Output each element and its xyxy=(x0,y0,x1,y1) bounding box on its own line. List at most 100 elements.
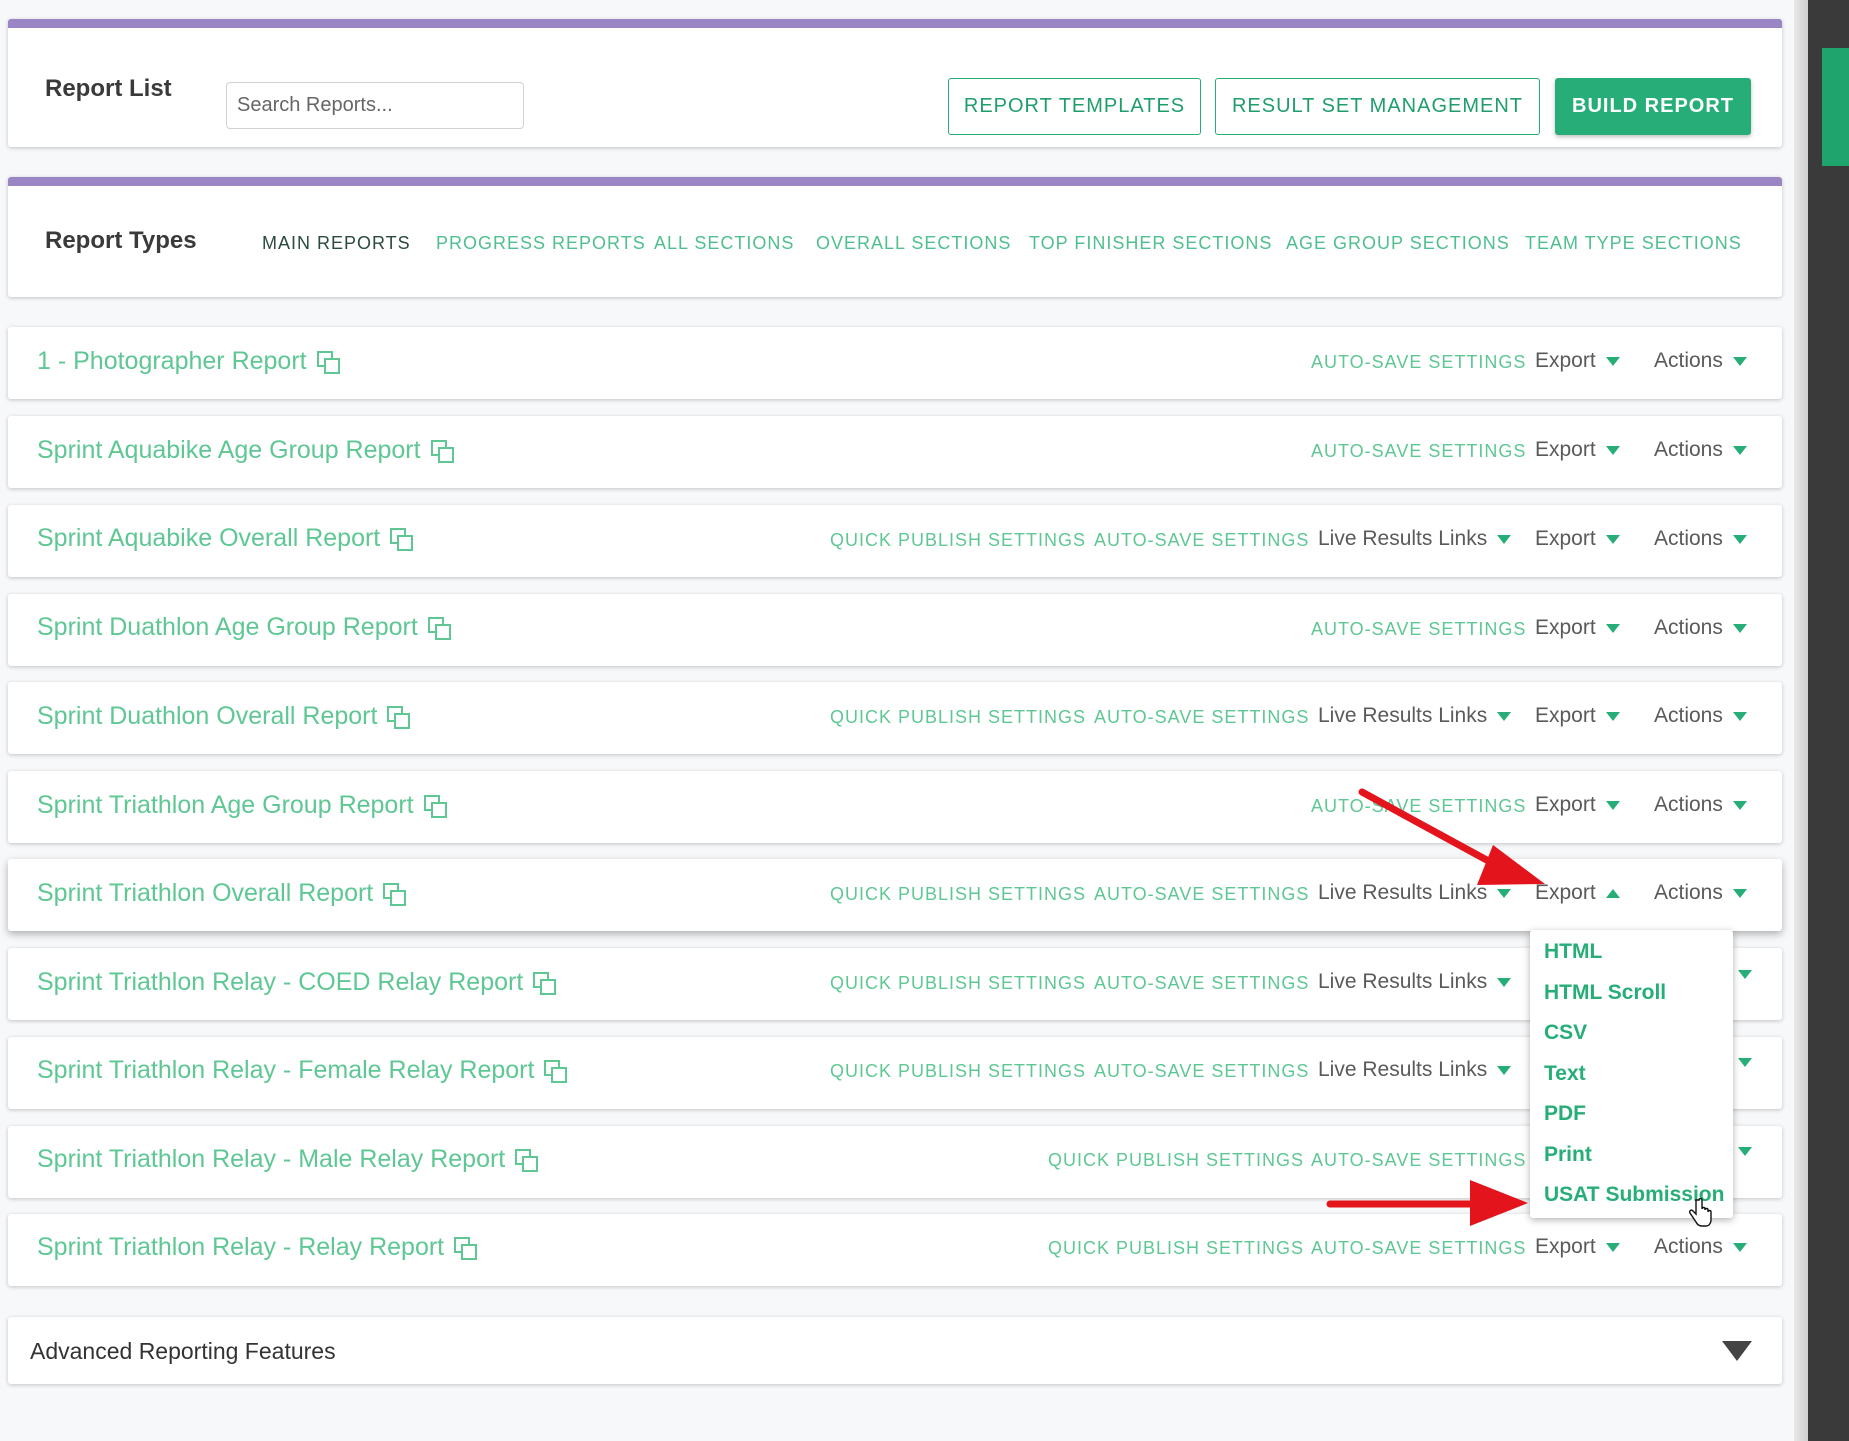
report-name[interactable]: Sprint Duathlon Overall Report xyxy=(37,702,411,731)
report-name[interactable]: 1 - Photographer Report xyxy=(37,347,340,376)
export-html-scroll-item[interactable]: HTML Scroll xyxy=(1544,981,1666,1005)
actions-dropdown[interactable]: Actions xyxy=(1654,438,1747,462)
caret-down-icon xyxy=(1605,445,1620,455)
report-name[interactable]: Sprint Triathlon Relay - Female Relay Re… xyxy=(37,1056,568,1085)
report-name[interactable]: Sprint Aquabike Overall Report xyxy=(37,524,414,553)
actions-label: Actions xyxy=(1654,616,1723,639)
copy-icon[interactable] xyxy=(427,616,451,640)
tab-progress-reports[interactable]: PROGRESS REPORTS xyxy=(436,233,646,254)
export-csv-item[interactable]: CSV xyxy=(1544,1021,1587,1045)
expand-caret-icon[interactable] xyxy=(1722,1341,1752,1361)
tab-team-type-sections[interactable]: TEAM TYPE SECTIONS xyxy=(1525,233,1742,254)
live-results-links-dropdown[interactable]: Live Results Links xyxy=(1318,881,1512,905)
quick-publish-settings-link[interactable]: QUICK PUBLISH SETTINGS xyxy=(830,884,1086,905)
caret-down-icon xyxy=(1605,800,1620,810)
caret-down-icon xyxy=(1605,356,1620,366)
auto-save-settings-link[interactable]: AUTO-SAVE SETTINGS xyxy=(1311,796,1526,817)
copy-icon[interactable] xyxy=(390,527,414,551)
live-results-links-label: Live Results Links xyxy=(1318,1058,1488,1081)
report-name-label: 1 - Photographer Report xyxy=(37,347,307,375)
search-input[interactable] xyxy=(226,82,524,129)
advanced-features-panel[interactable]: Advanced Reporting Features xyxy=(8,1317,1782,1384)
actions-dropdown[interactable]: Actions xyxy=(1654,881,1747,905)
report-name[interactable]: Sprint Triathlon Relay - Male Relay Repo… xyxy=(37,1145,539,1174)
report-name[interactable]: Sprint Duathlon Age Group Report xyxy=(37,613,451,642)
export-print-item[interactable]: Print xyxy=(1544,1143,1592,1167)
export-dropdown[interactable]: Export xyxy=(1535,616,1620,640)
caret-down-icon xyxy=(1732,356,1747,366)
export-html-item[interactable]: HTML xyxy=(1544,940,1602,964)
auto-save-settings-link[interactable]: AUTO-SAVE SETTINGS xyxy=(1311,352,1526,373)
caret-down-icon xyxy=(1605,623,1620,633)
copy-icon[interactable] xyxy=(454,1236,478,1260)
tab-age-group-sections[interactable]: AGE GROUP SECTIONS xyxy=(1286,233,1510,254)
actions-dropdown[interactable]: Actions xyxy=(1654,616,1747,640)
report-templates-button[interactable]: REPORT TEMPLATES xyxy=(948,78,1201,135)
quick-publish-settings-link[interactable]: QUICK PUBLISH SETTINGS xyxy=(830,707,1086,728)
export-dropdown[interactable]: Export xyxy=(1535,1235,1620,1259)
actions-dropdown[interactable]: Actions xyxy=(1654,1235,1747,1259)
quick-publish-settings-link[interactable]: QUICK PUBLISH SETTINGS xyxy=(1048,1238,1304,1259)
live-results-links-dropdown[interactable]: Live Results Links xyxy=(1318,1058,1512,1082)
copy-icon[interactable] xyxy=(423,794,447,818)
export-dropdown[interactable]: Export xyxy=(1535,349,1620,373)
auto-save-settings-link[interactable]: AUTO-SAVE SETTINGS xyxy=(1311,1238,1526,1259)
caret-down-icon xyxy=(1738,970,1752,979)
actions-dropdown[interactable]: Actions xyxy=(1654,527,1747,551)
report-name[interactable]: Sprint Triathlon Relay - COED Relay Repo… xyxy=(37,968,557,997)
auto-save-settings-link[interactable]: AUTO-SAVE SETTINGS xyxy=(1094,1061,1309,1082)
actions-dropdown[interactable]: Actions xyxy=(1654,704,1747,728)
copy-icon[interactable] xyxy=(533,971,557,995)
tab-main-reports[interactable]: MAIN REPORTS xyxy=(262,233,411,254)
build-report-button[interactable]: BUILD REPORT xyxy=(1555,78,1751,135)
auto-save-settings-link[interactable]: AUTO-SAVE SETTINGS xyxy=(1094,530,1309,551)
caret-down-icon xyxy=(1497,534,1512,544)
tab-top-finisher-sections[interactable]: TOP FINISHER SECTIONS xyxy=(1029,233,1272,254)
quick-publish-settings-link[interactable]: QUICK PUBLISH SETTINGS xyxy=(830,530,1086,551)
export-dropdown[interactable]: Export xyxy=(1535,881,1620,905)
result-set-management-button[interactable]: RESULT SET MANAGEMENT xyxy=(1215,78,1540,135)
copy-icon[interactable] xyxy=(430,439,454,463)
caret-down-icon xyxy=(1732,534,1747,544)
auto-save-settings-link[interactable]: AUTO-SAVE SETTINGS xyxy=(1311,619,1526,640)
auto-save-settings-link[interactable]: AUTO-SAVE SETTINGS xyxy=(1311,1150,1526,1171)
live-results-links-dropdown[interactable]: Live Results Links xyxy=(1318,970,1512,994)
quick-publish-settings-link[interactable]: QUICK PUBLISH SETTINGS xyxy=(830,973,1086,994)
export-pdf-item[interactable]: PDF xyxy=(1544,1102,1586,1126)
auto-save-settings-link[interactable]: AUTO-SAVE SETTINGS xyxy=(1094,707,1309,728)
quick-publish-settings-link[interactable]: QUICK PUBLISH SETTINGS xyxy=(830,1061,1086,1082)
copy-icon[interactable] xyxy=(544,1059,568,1083)
live-results-links-label: Live Results Links xyxy=(1318,704,1488,727)
auto-save-settings-link[interactable]: AUTO-SAVE SETTINGS xyxy=(1094,973,1309,994)
report-name[interactable]: Sprint Triathlon Overall Report xyxy=(37,879,407,908)
caret-down-icon xyxy=(1732,888,1747,898)
report-name[interactable]: Sprint Aquabike Age Group Report xyxy=(37,436,454,465)
auto-save-settings-link[interactable]: AUTO-SAVE SETTINGS xyxy=(1311,441,1526,462)
export-text-item[interactable]: Text xyxy=(1544,1062,1586,1086)
export-dropdown[interactable]: Export xyxy=(1535,704,1620,728)
export-label: Export xyxy=(1535,881,1596,904)
export-dropdown[interactable]: Export xyxy=(1535,527,1620,551)
copy-icon[interactable] xyxy=(383,882,407,906)
scrollbar[interactable] xyxy=(1808,0,1849,1441)
report-name[interactable]: Sprint Triathlon Relay - Relay Report xyxy=(37,1233,478,1262)
copy-icon[interactable] xyxy=(515,1148,539,1172)
tab-all-sections[interactable]: ALL SECTIONS xyxy=(654,233,794,254)
report-name-label: Sprint Triathlon Relay - Male Relay Repo… xyxy=(37,1145,506,1173)
report-name[interactable]: Sprint Triathlon Age Group Report xyxy=(37,791,447,820)
actions-dropdown[interactable]: Actions xyxy=(1654,793,1747,817)
export-label: Export xyxy=(1535,793,1596,816)
scrollbar-thumb[interactable] xyxy=(1822,48,1849,166)
quick-publish-settings-link[interactable]: QUICK PUBLISH SETTINGS xyxy=(1048,1150,1304,1171)
export-dropdown[interactable]: Export xyxy=(1535,793,1620,817)
actions-label: Actions xyxy=(1654,1235,1723,1258)
actions-dropdown[interactable]: Actions xyxy=(1654,349,1747,373)
tab-overall-sections[interactable]: OVERALL SECTIONS xyxy=(816,233,1011,254)
copy-icon[interactable] xyxy=(387,705,411,729)
export-dropdown[interactable]: Export xyxy=(1535,438,1620,462)
live-results-links-dropdown[interactable]: Live Results Links xyxy=(1318,704,1512,728)
live-results-links-dropdown[interactable]: Live Results Links xyxy=(1318,527,1512,551)
report-name-label: Sprint Triathlon Overall Report xyxy=(37,879,374,907)
auto-save-settings-link[interactable]: AUTO-SAVE SETTINGS xyxy=(1094,884,1309,905)
copy-icon[interactable] xyxy=(316,350,340,374)
